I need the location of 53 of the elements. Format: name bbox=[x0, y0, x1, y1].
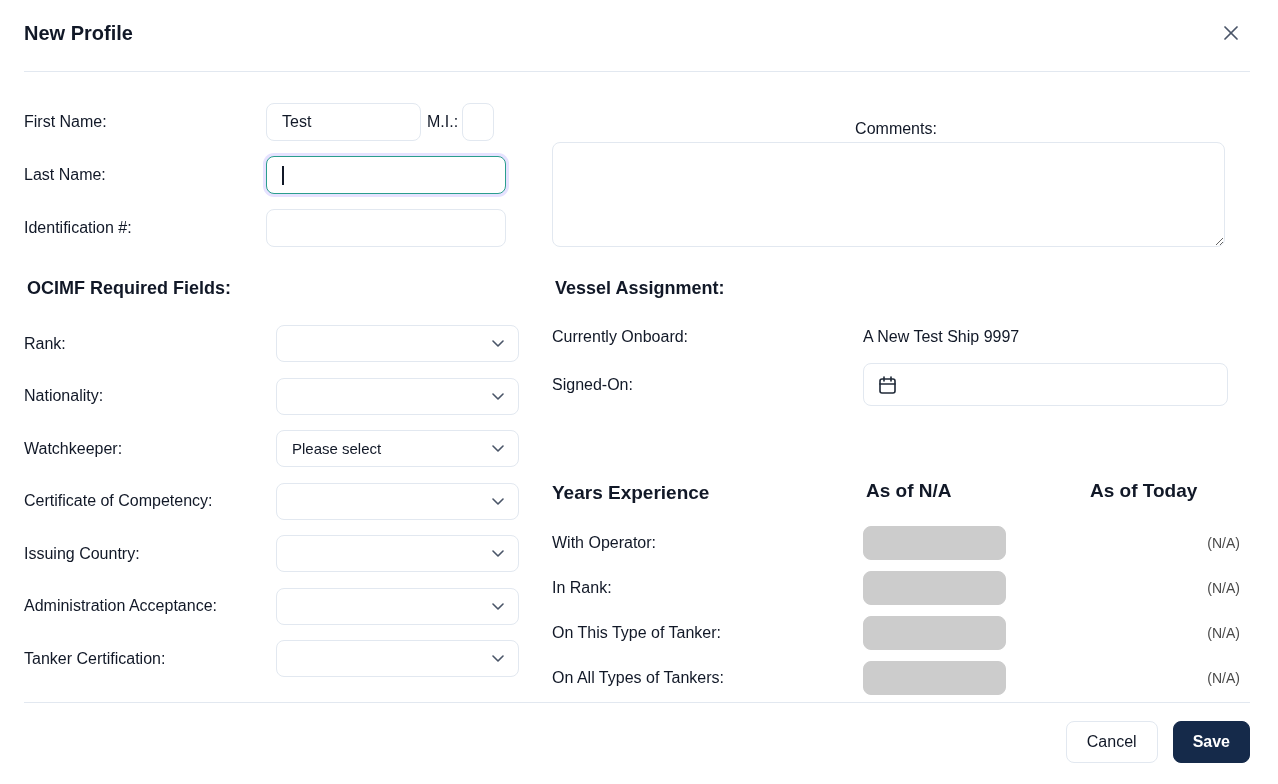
comments-field[interactable] bbox=[552, 142, 1225, 247]
close-icon bbox=[1224, 26, 1238, 40]
field-label: Identification #: bbox=[24, 218, 132, 238]
save-button[interactable]: Save bbox=[1172, 721, 1250, 763]
chevron-down-icon bbox=[492, 655, 504, 662]
chevron-down-icon bbox=[492, 340, 504, 347]
text-field[interactable] bbox=[266, 156, 506, 194]
field-label: Signed-On: bbox=[552, 374, 633, 395]
row-label: With Operator: bbox=[552, 533, 657, 553]
value-text: (N/A) bbox=[1207, 625, 1240, 641]
field-label: Tanker Certification: bbox=[24, 648, 166, 669]
dropdown[interactable] bbox=[276, 535, 519, 572]
field-label: Rank: bbox=[24, 333, 66, 354]
dropdown[interactable] bbox=[276, 377, 519, 415]
close-button[interactable] bbox=[1221, 23, 1241, 43]
field-label: M.I.: bbox=[427, 113, 459, 131]
cancel-button[interactable]: Cancel bbox=[1065, 721, 1158, 763]
chevron-down-icon bbox=[492, 392, 504, 400]
section-heading: Years Experience bbox=[552, 482, 710, 504]
date-field[interactable] bbox=[863, 363, 1228, 406]
value-text: (N/A) bbox=[1207, 580, 1240, 596]
chevron-down-icon bbox=[492, 497, 504, 505]
dropdown[interactable] bbox=[276, 325, 519, 362]
column-heading: As of N/A bbox=[866, 479, 952, 502]
row-label: In Rank: bbox=[552, 578, 612, 598]
field-label: Issuing Country: bbox=[24, 543, 140, 564]
field-label: Last Name: bbox=[24, 165, 106, 185]
value-text: (N/A) bbox=[1207, 670, 1240, 686]
field-label: Comments: bbox=[855, 119, 937, 139]
section-heading: OCIMF Required Fields: bbox=[26, 277, 231, 299]
text-cursor-icon bbox=[282, 165, 284, 185]
dialog-title: New Profile bbox=[24, 21, 133, 45]
column-heading: As of Today bbox=[1090, 479, 1198, 502]
field-label: Currently Onboard: bbox=[552, 327, 689, 347]
field-label: Watchkeeper: bbox=[24, 438, 123, 459]
calendar-icon bbox=[879, 375, 896, 394]
chevron-down-icon bbox=[492, 602, 504, 610]
field-label: Nationality: bbox=[24, 386, 104, 406]
chevron-down-icon bbox=[492, 445, 504, 452]
row-label: On All Types of Tankers: bbox=[552, 668, 724, 688]
field-label: Certificate of Competency: bbox=[24, 491, 213, 511]
dropdown[interactable] bbox=[276, 640, 519, 677]
field-label: First Name: bbox=[24, 112, 107, 132]
text-field[interactable]: Test bbox=[266, 103, 421, 141]
vessel-name: A New Test Ship 9997 bbox=[863, 327, 1020, 347]
dropdown[interactable] bbox=[276, 482, 519, 520]
chevron-down-icon bbox=[492, 550, 504, 557]
section-heading: Vessel Assignment: bbox=[554, 277, 725, 299]
field-label: Administration Acceptance: bbox=[24, 596, 217, 616]
value-text: (N/A) bbox=[1207, 535, 1240, 551]
dropdown[interactable] bbox=[276, 587, 519, 625]
dropdown[interactable]: Please select bbox=[276, 430, 519, 467]
row-label: On This Type of Tanker: bbox=[552, 623, 721, 643]
